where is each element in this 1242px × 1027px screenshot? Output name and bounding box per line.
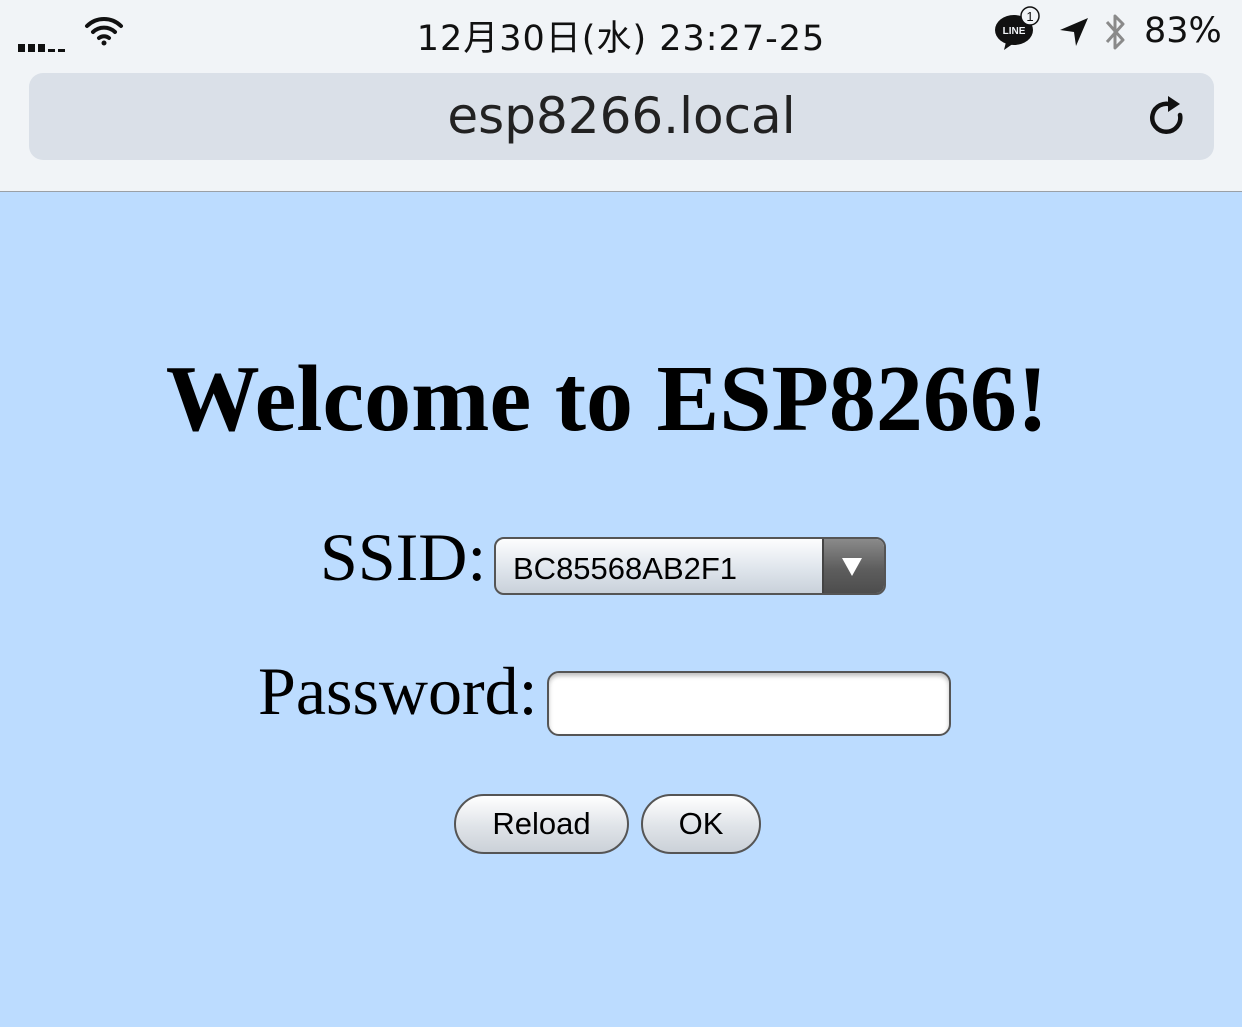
location-arrow-icon [1060,18,1088,46]
browser-chrome: 12月30日(水) 23:27-25 LINE 1 83% esp8266.lo… [0,0,1242,192]
reload-icon[interactable] [1142,93,1192,143]
dropdown-arrow[interactable] [822,539,884,593]
bluetooth-icon [1105,14,1125,50]
status-time: 12月30日(水) 23:27-25 [416,19,826,59]
status-bar: 12月30日(水) 23:27-25 LINE 1 83% [0,0,1242,64]
reload-button[interactable]: Reload [454,794,629,854]
chevron-down-icon [842,558,862,576]
url-text[interactable]: esp8266.local [29,87,1214,145]
ssid-select[interactable]: BC85568AB2F1 [494,537,886,595]
ssid-selected-value[interactable]: BC85568AB2F1 [513,551,737,587]
ssid-label: SSID: [320,519,487,595]
page-title: Welcome to ESP8266! [165,347,1049,451]
address-bar[interactable]: esp8266.local [29,73,1214,160]
password-field[interactable] [547,671,951,736]
password-label: Password: [258,653,538,729]
svg-text:LINE: LINE [1003,26,1026,37]
line-app-notification-icon: LINE 1 [995,6,1040,50]
ok-button[interactable]: OK [641,794,761,854]
svg-text:1: 1 [1026,9,1033,24]
battery-percentage: 83% [1144,11,1222,51]
